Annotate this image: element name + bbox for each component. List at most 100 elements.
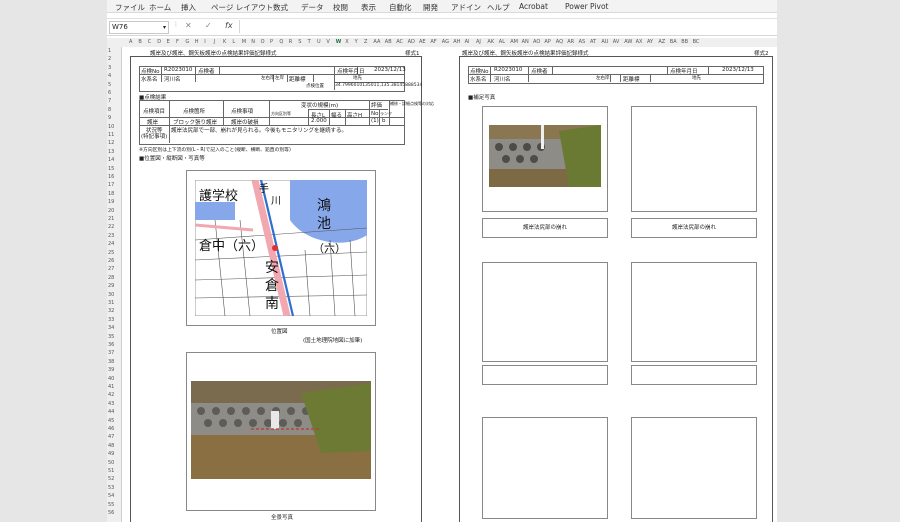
tab-help[interactable]: ヘルプ xyxy=(487,2,510,13)
column-header-at[interactable]: AT xyxy=(590,39,596,45)
tab-formulas[interactable]: 数式 xyxy=(273,2,288,13)
column-header-an[interactable]: AN xyxy=(522,39,529,45)
row-header-13[interactable]: 13 xyxy=(108,149,114,155)
column-header-ag[interactable]: AG xyxy=(442,39,449,45)
column-header-z[interactable]: Z xyxy=(364,39,367,45)
tab-review[interactable]: 校閲 xyxy=(333,2,348,13)
name-box[interactable]: W76 ▾ xyxy=(109,21,169,34)
function-icon[interactable]: fx xyxy=(225,21,233,30)
column-header-ak[interactable]: AK xyxy=(487,39,494,45)
row-header-15[interactable]: 15 xyxy=(108,166,114,172)
tab-data[interactable]: データ xyxy=(301,2,324,13)
column-header-ax[interactable]: AX xyxy=(636,39,643,45)
row-header-32[interactable]: 32 xyxy=(108,308,114,314)
row-header-37[interactable]: 37 xyxy=(108,350,114,356)
column-header-b[interactable]: B xyxy=(138,39,141,45)
column-header-aq[interactable]: AQ xyxy=(556,39,563,45)
row-header-40[interactable]: 40 xyxy=(108,376,114,382)
row-header-14[interactable]: 14 xyxy=(108,157,114,163)
column-header-u[interactable]: U xyxy=(317,39,321,45)
tab-file[interactable]: ファイル xyxy=(115,2,145,13)
column-header-ac[interactable]: AC xyxy=(396,39,403,45)
row-header-28[interactable]: 28 xyxy=(108,275,114,281)
column-header-o[interactable]: O xyxy=(261,39,265,45)
row-header-49[interactable]: 49 xyxy=(108,451,114,457)
cancel-icon[interactable]: ✕ xyxy=(185,21,192,30)
row-header-24[interactable]: 24 xyxy=(108,241,114,247)
row-header-47[interactable]: 47 xyxy=(108,434,114,440)
column-header-ap[interactable]: AP xyxy=(544,39,550,45)
column-header-m[interactable]: M xyxy=(242,39,246,45)
formula-input[interactable] xyxy=(241,20,773,33)
tab-home[interactable]: ホーム xyxy=(149,2,171,13)
column-header-n[interactable]: N xyxy=(251,39,255,45)
tab-page-layout[interactable]: ページ レイアウト xyxy=(211,2,273,13)
column-header-w[interactable]: W xyxy=(336,39,342,45)
row-header-23[interactable]: 23 xyxy=(108,233,114,239)
column-header-s[interactable]: S xyxy=(298,39,301,45)
column-header-f[interactable]: F xyxy=(176,39,179,45)
tab-view[interactable]: 表示 xyxy=(361,2,376,13)
row-header-6[interactable]: 6 xyxy=(108,90,111,96)
row-header-12[interactable]: 12 xyxy=(108,140,114,146)
column-header-r[interactable]: R xyxy=(289,39,292,45)
column-header-av[interactable]: AV xyxy=(613,39,620,45)
column-header-bc[interactable]: BC xyxy=(693,39,700,45)
row-header-1[interactable]: 1 xyxy=(108,48,111,54)
row-header-54[interactable]: 54 xyxy=(108,493,114,499)
row-header-44[interactable]: 44 xyxy=(108,409,114,415)
row-header-43[interactable]: 43 xyxy=(108,401,114,407)
row-header-50[interactable]: 50 xyxy=(108,460,114,466)
column-header-ay[interactable]: AY xyxy=(647,39,653,45)
column-header-v[interactable]: V xyxy=(326,39,329,45)
column-header-aa[interactable]: AA xyxy=(373,39,380,45)
row-header-10[interactable]: 10 xyxy=(108,124,114,130)
row-header-26[interactable]: 26 xyxy=(108,258,114,264)
column-header-j[interactable]: J xyxy=(214,39,215,45)
column-header-ar[interactable]: AR xyxy=(567,39,574,45)
tab-insert[interactable]: 挿入 xyxy=(181,2,196,13)
column-header-y[interactable]: Y xyxy=(355,39,358,45)
row-header-18[interactable]: 18 xyxy=(108,191,114,197)
tab-acrobat[interactable]: Acrobat xyxy=(519,2,548,11)
column-header-ad[interactable]: AD xyxy=(408,39,415,45)
row-header-42[interactable]: 42 xyxy=(108,392,114,398)
row-header-3[interactable]: 3 xyxy=(108,65,111,71)
row-header-11[interactable]: 11 xyxy=(108,132,114,138)
row-header-27[interactable]: 27 xyxy=(108,266,114,272)
column-header-ao[interactable]: AO xyxy=(533,39,540,45)
row-header-45[interactable]: 45 xyxy=(108,418,114,424)
row-header-39[interactable]: 39 xyxy=(108,367,114,373)
row-header-22[interactable]: 22 xyxy=(108,224,114,230)
tab-addins[interactable]: アドイン xyxy=(451,2,481,13)
enter-icon[interactable]: ✓ xyxy=(205,21,212,30)
column-header-g[interactable]: G xyxy=(185,39,189,45)
row-header-19[interactable]: 19 xyxy=(108,199,114,205)
row-header-51[interactable]: 51 xyxy=(108,468,114,474)
column-header-h[interactable]: H xyxy=(195,39,199,45)
row-header-33[interactable]: 33 xyxy=(108,317,114,323)
column-header-am[interactable]: AM xyxy=(510,39,518,45)
column-header-al[interactable]: AL xyxy=(499,39,505,45)
row-header-30[interactable]: 30 xyxy=(108,292,114,298)
row-header-25[interactable]: 25 xyxy=(108,250,114,256)
chevron-down-icon[interactable]: ▾ xyxy=(163,22,166,33)
row-header-35[interactable]: 35 xyxy=(108,334,114,340)
row-header-41[interactable]: 41 xyxy=(108,384,114,390)
row-header-2[interactable]: 2 xyxy=(108,56,111,62)
tab-automate[interactable]: 自動化 xyxy=(389,2,412,13)
row-header-5[interactable]: 5 xyxy=(108,82,111,88)
column-header-p[interactable]: P xyxy=(270,39,273,45)
row-header-52[interactable]: 52 xyxy=(108,476,114,482)
row-header-53[interactable]: 53 xyxy=(108,485,114,491)
column-header-ae[interactable]: AE xyxy=(419,39,426,45)
row-header-29[interactable]: 29 xyxy=(108,283,114,289)
row-header-8[interactable]: 8 xyxy=(108,107,111,113)
column-header-q[interactable]: Q xyxy=(279,39,283,45)
row-header-34[interactable]: 34 xyxy=(108,325,114,331)
column-header-az[interactable]: AZ xyxy=(658,39,665,45)
column-header-as[interactable]: AS xyxy=(579,39,586,45)
row-header-46[interactable]: 46 xyxy=(108,426,114,432)
column-header-i[interactable]: I xyxy=(204,39,205,45)
row-header-48[interactable]: 48 xyxy=(108,443,114,449)
